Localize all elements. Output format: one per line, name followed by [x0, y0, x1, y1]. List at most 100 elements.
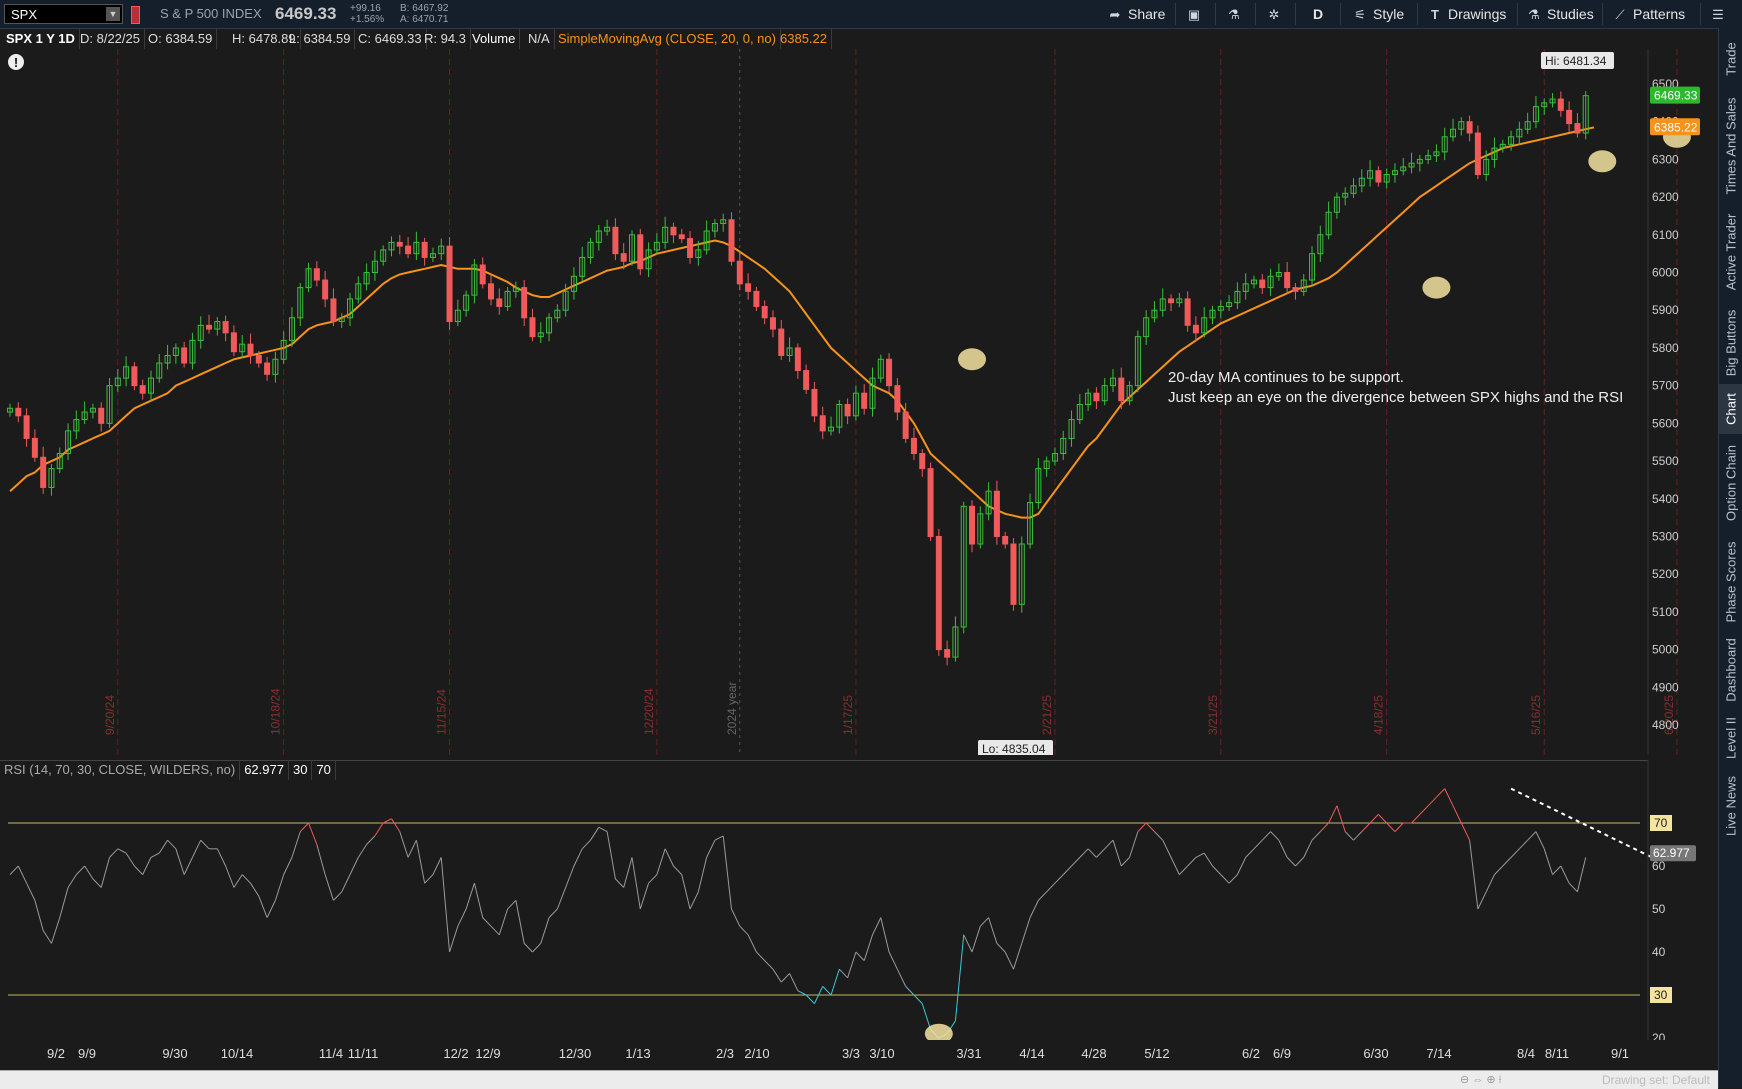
side-tab-level-ii[interactable]: Level II — [1719, 708, 1742, 768]
side-tab-live-news[interactable]: Live News — [1719, 768, 1742, 844]
side-tab-label: Big Buttons — [1723, 309, 1739, 377]
candle-body — [753, 290, 760, 307]
price-tick-label: 5500 — [1652, 454, 1679, 468]
chart-title: SPX 1 Y 1D — [2, 29, 80, 49]
drawing-set-label[interactable]: Drawing set: Default — [1602, 1073, 1710, 1087]
time-axis-label: 8/11 — [1544, 1046, 1570, 1061]
candle-body — [736, 260, 743, 285]
candle-body — [919, 453, 926, 470]
share-button[interactable]: ➦ Share — [1107, 0, 1166, 28]
candle-body — [902, 411, 909, 439]
candle — [446, 237, 453, 330]
time-axis-label: 10/14 — [220, 1046, 254, 1061]
candle-body — [1466, 121, 1473, 134]
candle-body — [794, 347, 801, 372]
sma-study-label[interactable]: SimpleMovingAvg (CLOSE, 20, 0, no) — [554, 29, 781, 49]
candle-body — [313, 268, 320, 281]
share-label: Share — [1128, 6, 1166, 22]
candle — [1010, 537, 1017, 611]
style-button[interactable]: ⚟ Style — [1352, 0, 1404, 28]
candle-body — [1292, 287, 1299, 292]
sma-price-label-text: 6385.22 — [1654, 120, 1698, 134]
drawings-button[interactable]: T Drawings — [1427, 0, 1506, 28]
chart-snapshot-button[interactable]: ▣ — [1186, 0, 1207, 28]
candle — [969, 500, 976, 553]
candle — [1474, 125, 1481, 180]
ask-price: A: 6470.71 — [400, 14, 449, 25]
price-tick-label: 6000 — [1652, 266, 1679, 280]
side-tab-active-trader[interactable]: Active Trader — [1719, 202, 1742, 302]
price-tick-label: 5600 — [1652, 416, 1679, 430]
rsi-level-text: 30 — [1654, 988, 1668, 1002]
side-tab-big-buttons[interactable]: Big Buttons — [1719, 302, 1742, 384]
candle-body — [222, 321, 229, 334]
candle-body — [421, 241, 428, 258]
side-tab-option-chain[interactable]: Option Chain — [1719, 434, 1742, 532]
side-tab-chart[interactable]: Chart — [1719, 384, 1742, 434]
price-tick-label: 5000 — [1652, 643, 1679, 657]
time-axis-label: 11/4 — [318, 1046, 344, 1061]
time-axis[interactable]: 9/2 9/9 9/30 10/14 11/4 11/11 12/2 12/9 12/30 1/1… — [0, 1040, 1718, 1070]
aggregation-button[interactable]: D — [1313, 0, 1323, 28]
candle-body — [844, 404, 851, 417]
last-price-label: 6469.33 — [1650, 86, 1700, 104]
side-tab-times-and-sales[interactable]: Times And Sales — [1719, 90, 1742, 202]
candle-body — [769, 317, 776, 330]
candle-body — [131, 366, 138, 387]
candle — [728, 212, 735, 266]
time-axis-label: 2/10 — [744, 1046, 770, 1061]
rsi-oversold-level: 30 — [289, 760, 313, 780]
expiration-label: 2024 year — [725, 682, 739, 735]
thinkorswim-chart-window: SPX ▼ S & P 500 INDEX 6469.33 +99.16 +1.… — [0, 0, 1742, 1089]
patterns-button[interactable]: ⟋ Patterns — [1612, 0, 1685, 28]
low-price-label: Lo: 4835.04 — [978, 740, 1053, 755]
time-axis-label: 6/30 — [1363, 1046, 1389, 1061]
bar-date: D: 8/22/25 — [76, 29, 145, 49]
candle — [637, 228, 644, 276]
candle-body — [1184, 298, 1191, 326]
side-tab-trade[interactable]: Trade — [1719, 28, 1742, 90]
candle-body — [687, 238, 694, 258]
bar-range: R: 94.3 — [420, 29, 471, 49]
chart-settings-button[interactable]: ✲ — [1266, 0, 1287, 28]
rsi-value-tag-text: 62.977 — [1653, 846, 1690, 860]
time-axis-label: 3/10 — [869, 1046, 895, 1061]
share-icon: ➦ — [1109, 7, 1121, 22]
candle-body — [479, 264, 486, 285]
candle-body — [678, 234, 685, 240]
price-tick-label: 4800 — [1652, 718, 1679, 732]
candle-body — [778, 328, 785, 356]
symbol-input[interactable]: SPX ▼ — [4, 4, 123, 24]
last-price: 6469.33 — [275, 4, 337, 23]
time-axis-label: 4/28 — [1081, 1046, 1107, 1061]
candle-body — [139, 385, 146, 394]
side-tab-phase-scores[interactable]: Phase Scores — [1719, 532, 1742, 632]
chevron-down-icon[interactable]: ▼ — [106, 7, 120, 21]
studies-button[interactable]: ⚗ Studies — [1526, 0, 1594, 28]
rsi-info-bar: RSI (14, 70, 30, CLOSE, WILDERS, no) 62.9… — [0, 760, 336, 780]
side-tab-label: Option Chain — [1723, 445, 1739, 521]
studies-lab-button[interactable]: ⚗ — [1226, 0, 1247, 28]
side-tab-dashboard[interactable]: Dashboard — [1719, 632, 1742, 708]
rsi-tick-label: 40 — [1652, 945, 1666, 959]
alert-icon-glyph: ! — [14, 55, 18, 70]
high-price-label: Hi: 6481.34 — [1541, 52, 1614, 69]
zoom-controls[interactable]: ⊖ ⇔ ⊕ ⟊ — [1460, 1073, 1520, 1086]
rsi-chart[interactable]: 70605040302062.977 — [0, 760, 1718, 1040]
candle-body — [1118, 377, 1125, 402]
rsi-study-label[interactable]: RSI (14, 70, 30, CLOSE, WILDERS, no) — [0, 760, 241, 780]
symbol-link-flag-icon[interactable] — [131, 6, 140, 24]
chart-annotation[interactable]: 20-day MA continues to be support. Just … — [1168, 368, 1623, 408]
menu-icon: ☰ — [1712, 7, 1724, 22]
candle-body — [969, 505, 976, 545]
low-price-label-text: Lo: 4835.04 — [982, 742, 1046, 755]
menu-button[interactable]: ☰ — [1710, 0, 1731, 28]
candle-body — [230, 332, 237, 353]
price-tick-label: 5100 — [1652, 605, 1679, 619]
candle-body — [1192, 324, 1199, 334]
candle-body — [405, 245, 412, 255]
candle-body — [1093, 392, 1100, 402]
patterns-label: Patterns — [1633, 6, 1686, 22]
side-tab-label: Active Trader — [1723, 213, 1739, 291]
side-tab-label: Trade — [1723, 42, 1739, 76]
